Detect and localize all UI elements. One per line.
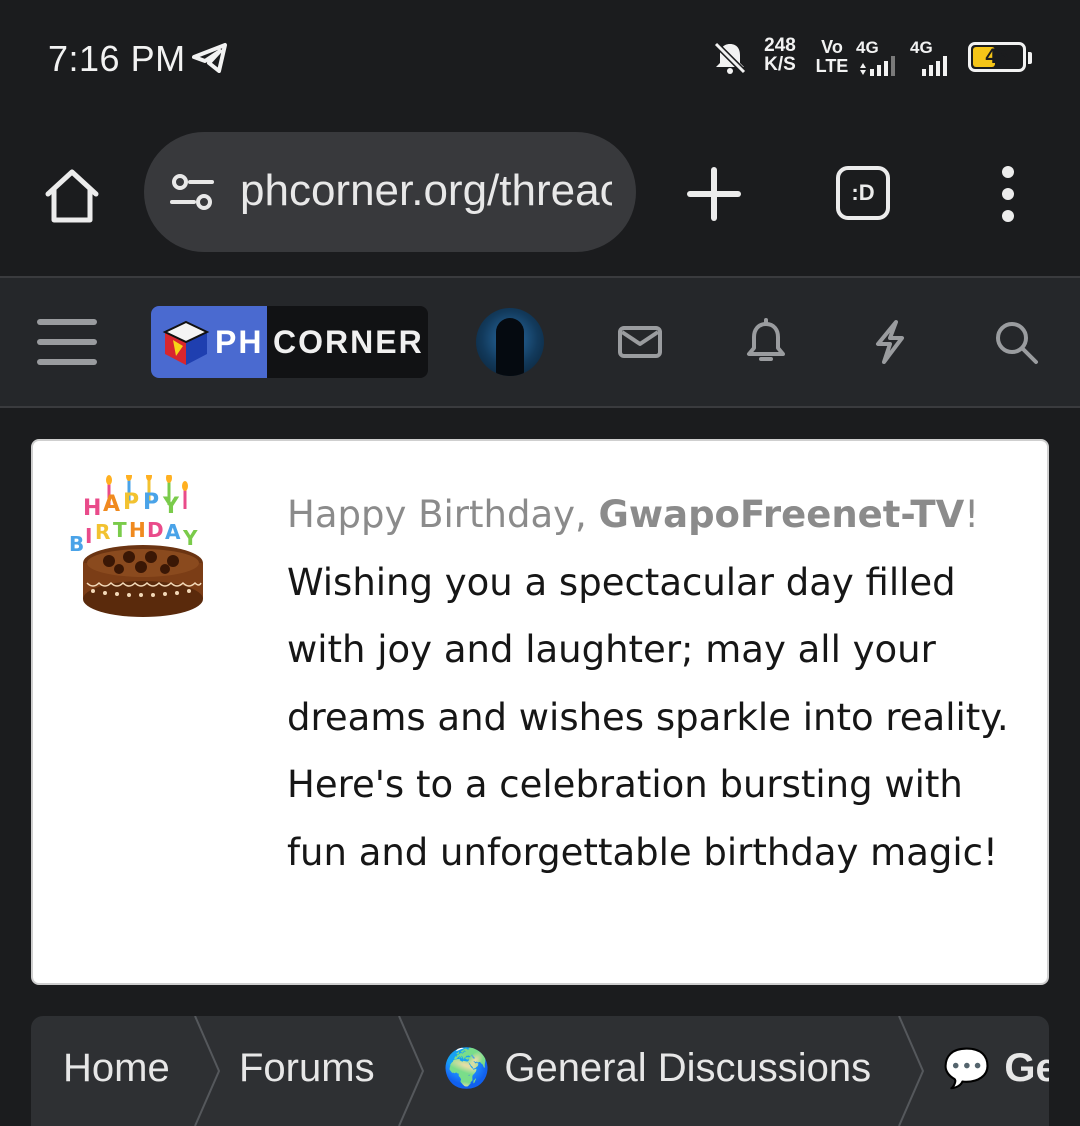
breadcrumb-label: General Discussions — [504, 1046, 872, 1090]
svg-text:Y: Y — [182, 526, 198, 550]
breadcrumb-current[interactable]: 💬 Ge — [943, 1046, 1049, 1091]
birthday-wish: Wishing you a spectacular day filled wit… — [287, 560, 1009, 874]
battery-icon: 45 — [968, 42, 1026, 72]
svg-text:P: P — [123, 490, 139, 515]
birthday-message: Happy Birthday, GwapoFreenet-TV! Wishing… — [287, 481, 1017, 886]
status-time: 7:16 PM — [48, 38, 186, 79]
url-text[interactable]: phcorner.org/threac — [240, 166, 612, 216]
svg-text:T: T — [113, 518, 127, 542]
breadcrumb-general-discussions[interactable]: 🌍 General Discussions — [443, 1046, 871, 1091]
more-vert-icon[interactable] — [990, 164, 1026, 224]
bolt-icon[interactable] — [866, 318, 914, 366]
plus-icon[interactable] — [684, 164, 744, 224]
greeting-suffix: ! — [964, 493, 980, 536]
envelope-icon[interactable] — [616, 318, 664, 366]
breadcrumb-separator-icon — [898, 1016, 925, 1126]
volte-bottom: LTE — [815, 56, 849, 76]
svg-text:D: D — [147, 518, 164, 542]
hamburger-icon[interactable] — [36, 316, 98, 368]
tab-switcher-button[interactable]: :D — [836, 166, 890, 220]
bell-off-icon — [713, 41, 747, 75]
battery-nub — [1028, 52, 1032, 64]
header-divider — [0, 406, 1080, 408]
svg-text:Y: Y — [162, 494, 180, 519]
breadcrumb-separator-icon — [398, 1016, 425, 1126]
sim1-network-type: 4G — [856, 38, 879, 57]
network-speed-value: 248 — [764, 35, 796, 56]
site-header: PH CORNER — [0, 278, 1080, 406]
status-bar: 7:16 PM 248 K/S Vo LTE 4G 4G 45 — [0, 0, 1080, 120]
logo-ph-text: PH — [215, 324, 264, 360]
site-logo[interactable]: PH CORNER — [151, 306, 428, 378]
address-bar[interactable]: phcorner.org/threac — [144, 132, 636, 252]
breadcrumb-forums[interactable]: Forums — [239, 1046, 375, 1091]
logo-corner-text: CORNER — [273, 324, 424, 360]
globe-icon: 🌍 — [443, 1048, 491, 1090]
avatar-figure — [496, 318, 524, 376]
svg-text:B: B — [69, 532, 84, 556]
battery-level: 45 — [985, 45, 1009, 68]
breadcrumb: Home Forums 🌍 General Discussions 💬 Ge — [31, 1016, 1049, 1126]
breadcrumb-separator-icon — [194, 1016, 221, 1126]
home-icon[interactable] — [40, 164, 104, 228]
user-avatar[interactable] — [476, 308, 544, 376]
birthday-notice: H A P P Y B I R T H D A Y Happy Birthday… — [31, 439, 1049, 985]
browser-toolbar: phcorner.org/threac :D — [0, 120, 1080, 276]
svg-text:A: A — [165, 520, 181, 544]
svg-text:R: R — [95, 520, 110, 544]
svg-text:A: A — [103, 492, 120, 517]
search-icon[interactable] — [992, 318, 1040, 366]
svg-text:P: P — [143, 490, 159, 515]
network-speed: 248 K/S — [758, 36, 802, 74]
bell-icon[interactable] — [742, 318, 790, 366]
svg-text:H: H — [83, 496, 101, 521]
speech-bubble-icon: 💬 — [943, 1048, 991, 1090]
svg-text:I: I — [85, 524, 92, 548]
volte-indicator: Vo LTE — [814, 38, 850, 76]
birthday-username[interactable]: GwapoFreenet-TV — [599, 493, 965, 536]
birthday-cake-image: H A P P Y B I R T H D A Y — [69, 475, 203, 617]
sim2-network-type: 4G — [910, 38, 933, 57]
greeting-prefix: Happy Birthday, — [287, 493, 599, 536]
breadcrumb-home[interactable]: Home — [63, 1046, 170, 1091]
sim1-signal-icon: 4G — [856, 38, 902, 76]
logo-cube-icon — [162, 320, 210, 365]
volte-top: Vo — [821, 37, 843, 57]
svg-text:H: H — [129, 518, 146, 542]
breadcrumb-label: Ge — [1004, 1046, 1049, 1090]
network-speed-unit: K/S — [764, 54, 796, 75]
site-settings-icon[interactable] — [168, 172, 216, 212]
telegram-icon — [192, 43, 227, 73]
sim2-signal-icon: 4G — [910, 38, 956, 76]
